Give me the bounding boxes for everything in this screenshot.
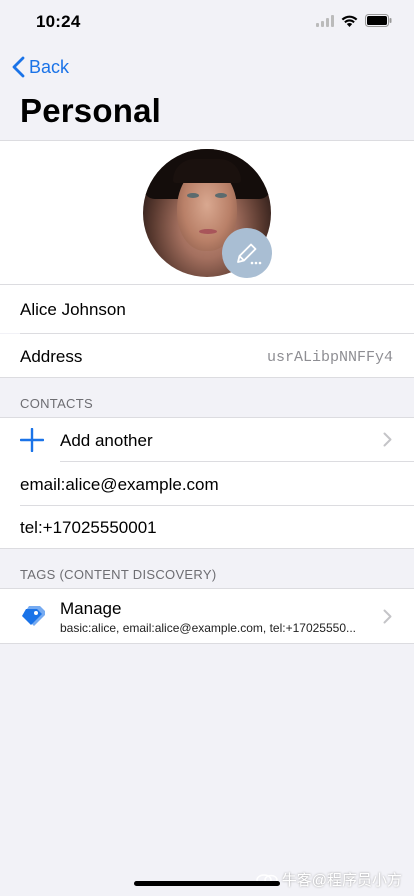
- name-row[interactable]: Alice Johnson: [0, 284, 414, 333]
- edit-avatar-button[interactable]: [222, 228, 272, 278]
- contact-item-phone[interactable]: tel:+17025550001: [0, 506, 414, 549]
- manage-tags-subtitle: basic:alice, email:alice@example.com, te…: [60, 621, 357, 635]
- address-row[interactable]: Address usrALibpNNFFy4: [0, 334, 414, 378]
- battery-icon: [365, 14, 392, 27]
- watermark: 牛客@程序员小方: [256, 869, 402, 890]
- add-contact-label: Add another: [60, 431, 153, 450]
- address-value[interactable]: usrALibpNNFFy4: [267, 349, 393, 366]
- avatar-eye-right: [215, 193, 227, 198]
- page-title: Personal: [20, 92, 161, 129]
- avatar-bangs: [173, 159, 241, 183]
- contact-email-text: email:alice@example.com: [20, 475, 219, 494]
- home-indicator: [134, 881, 280, 886]
- manage-tags-label: Manage: [60, 599, 122, 618]
- back-label: Back: [29, 56, 70, 77]
- chevron-right-icon: [383, 432, 392, 447]
- status-bar: 10:24: [0, 0, 414, 44]
- status-icons: [316, 14, 392, 27]
- add-contact-row[interactable]: Add another: [0, 418, 414, 462]
- manage-tags-row[interactable]: Manage basic:alice, email:alice@example.…: [0, 588, 414, 644]
- pencil-icon: [237, 243, 262, 265]
- contact-phone-text: tel:+17025550001: [20, 518, 157, 537]
- avatar-eye-left: [187, 193, 199, 198]
- name-field[interactable]: Alice Johnson: [20, 300, 126, 320]
- contacts-list: Add another email:alice@example.com tel:…: [0, 417, 414, 549]
- back-button[interactable]: Back: [12, 54, 69, 80]
- contacts-header: CONTACTS: [20, 396, 93, 411]
- tag-icon: [22, 606, 45, 626]
- signal-icon: [316, 14, 334, 27]
- status-time: 10:24: [36, 12, 81, 31]
- contact-item-email[interactable]: email:alice@example.com: [0, 462, 414, 506]
- watermark-text: 牛客@程序员小方: [281, 872, 402, 889]
- avatar-section: [0, 140, 414, 284]
- tags-header: TAGS (CONTENT DISCOVERY): [20, 567, 217, 582]
- wifi-icon: [341, 15, 358, 27]
- avatar-lips: [199, 229, 217, 234]
- chevron-right-icon: [383, 609, 392, 624]
- address-label: Address: [20, 347, 83, 366]
- chevron-left-icon: [12, 56, 25, 78]
- plus-icon: [20, 428, 44, 452]
